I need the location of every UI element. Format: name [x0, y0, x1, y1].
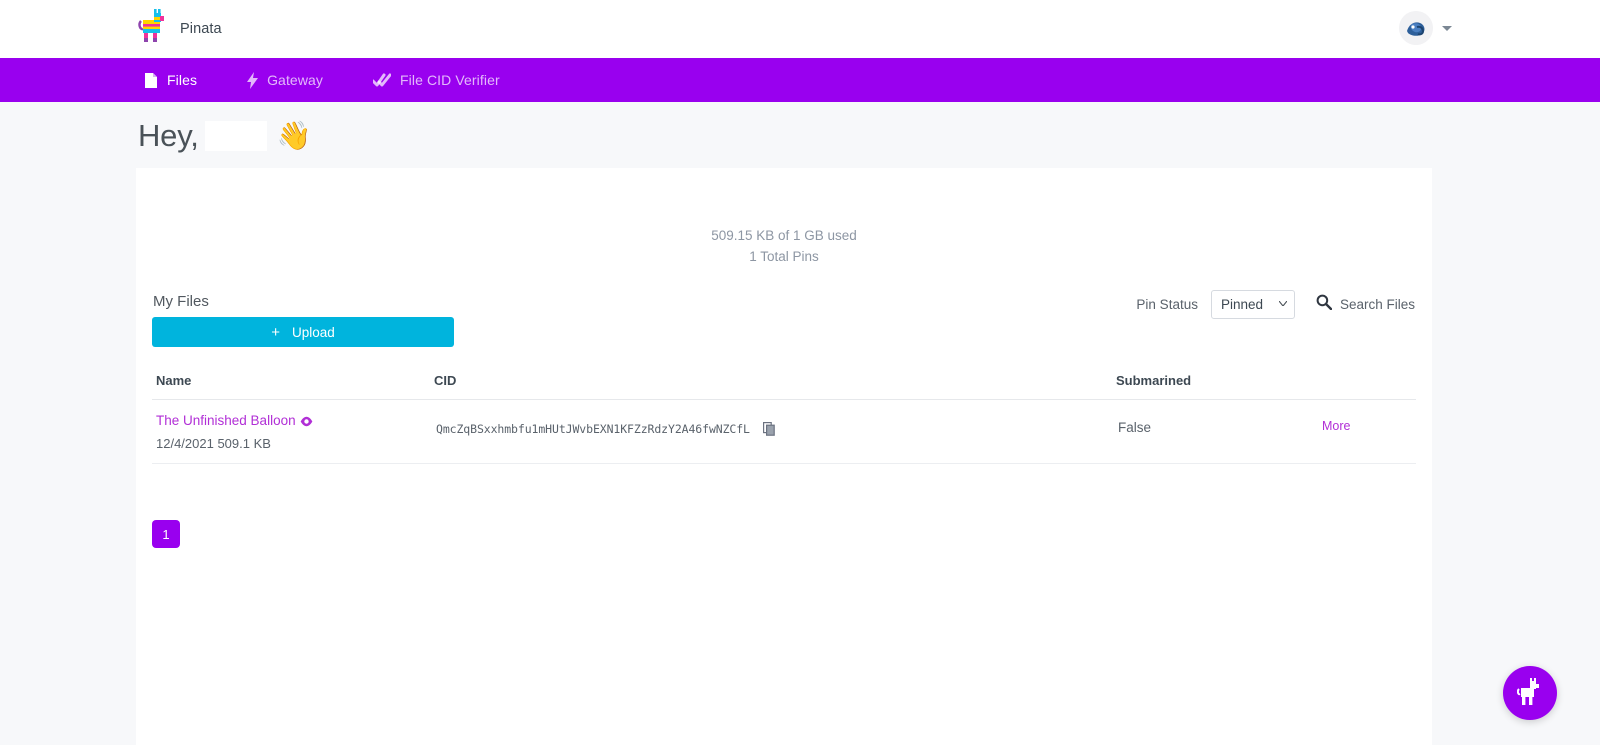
file-icon: [144, 72, 158, 89]
main-navigation: Files Gateway File CID Verifier: [0, 58, 1600, 102]
redacted-username: [204, 121, 267, 151]
storage-used-text: 509.15 KB of 1 GB used: [711, 228, 857, 243]
pagination-page-1[interactable]: 1: [152, 520, 180, 548]
double-check-icon: [373, 73, 392, 88]
upload-button[interactable]: + Upload: [152, 317, 454, 347]
column-header-actions: [1284, 363, 1416, 400]
storage-usage-block: 509.15 KB of 1 GB used 1 Total Pins: [136, 168, 1432, 267]
file-meta: 12/4/2021 509.1 KB: [156, 436, 271, 451]
pin-status-label: Pin Status: [1136, 297, 1198, 312]
column-header-name: Name: [152, 363, 430, 400]
brand-name: Pinata: [180, 21, 222, 37]
waving-hand-icon: 👋: [276, 120, 312, 151]
brand[interactable]: Pinata: [138, 8, 222, 50]
table-head: Name CID Submarined: [152, 363, 1416, 400]
bolt-icon: [247, 71, 259, 89]
cell-actions: More: [1284, 399, 1416, 464]
eye-icon[interactable]: [300, 414, 313, 432]
my-files-title: My Files: [153, 293, 209, 310]
nav-item-gateway[interactable]: Gateway: [233, 58, 337, 102]
table-header-row: Name CID Submarined: [152, 363, 1416, 400]
files-card: 509.15 KB of 1 GB used 1 Total Pins My F…: [136, 168, 1432, 745]
pin-status-select[interactable]: Pinned: [1210, 290, 1295, 319]
total-pins-text: 1 Total Pins: [749, 249, 819, 264]
plus-icon: +: [271, 323, 280, 341]
cell-cid: QmcZqBSxxhmbfu1mHUtJWvbEXN1KFZzRdzY2A46f…: [430, 399, 1112, 464]
pin-status-select-wrapper: Pinned: [1210, 290, 1295, 319]
nav-label-gateway: Gateway: [267, 72, 324, 88]
pinata-help-fab[interactable]: [1503, 666, 1557, 720]
table-body: The Unfinished Balloon 12/4/2021 509.1 K…: [152, 399, 1416, 464]
header-right-group: [1399, 11, 1452, 45]
upload-button-label: Upload: [291, 324, 335, 340]
chevron-down-icon[interactable]: [1442, 25, 1452, 31]
filter-group: Pin Status Pinned Search Files: [1136, 290, 1415, 319]
cell-submarined: False: [1112, 399, 1284, 464]
nav-label-file-cid-verifier: File CID Verifier: [400, 72, 500, 88]
search-files-button[interactable]: Search Files: [1316, 294, 1415, 315]
more-link[interactable]: More: [1322, 419, 1350, 433]
files-table: Name CID Submarined The Unfinished Ballo…: [152, 363, 1416, 464]
file-name-link[interactable]: The Unfinished Balloon: [156, 413, 296, 428]
search-files-label: Search Files: [1339, 297, 1415, 312]
cell-name: The Unfinished Balloon 12/4/2021 509.1 K…: [152, 399, 430, 464]
nav-items: Files Gateway File CID Verifier: [130, 58, 514, 102]
copy-icon[interactable]: [763, 422, 776, 441]
pagination: 1: [152, 520, 1432, 548]
nav-item-file-cid-verifier[interactable]: File CID Verifier: [359, 58, 514, 102]
search-icon: [1316, 294, 1333, 315]
greeting: Hey, 👋: [138, 118, 312, 154]
column-header-submarined: Submarined: [1112, 363, 1284, 400]
pinata-mascot-icon: [1516, 677, 1543, 709]
pinata-app-window: Pinata Files Gateway File CID Verifier H…: [0, 0, 1600, 745]
user-avatar[interactable]: [1399, 11, 1433, 45]
column-header-cid: CID: [430, 363, 1112, 400]
greeting-text: Hey,: [138, 118, 199, 153]
pinata-logo-icon: [138, 8, 168, 50]
cid-value: QmcZqBSxxhmbfu1mHUtJWvbEXN1KFZzRdzY2A46f…: [436, 422, 750, 436]
files-toolbar: My Files + Upload Pin Status Pinned Sear…: [136, 290, 1432, 357]
table-row: The Unfinished Balloon 12/4/2021 509.1 K…: [152, 399, 1416, 464]
top-header: Pinata: [0, 0, 1600, 58]
nav-item-files[interactable]: Files: [130, 58, 211, 102]
nav-label-files: Files: [167, 72, 198, 88]
